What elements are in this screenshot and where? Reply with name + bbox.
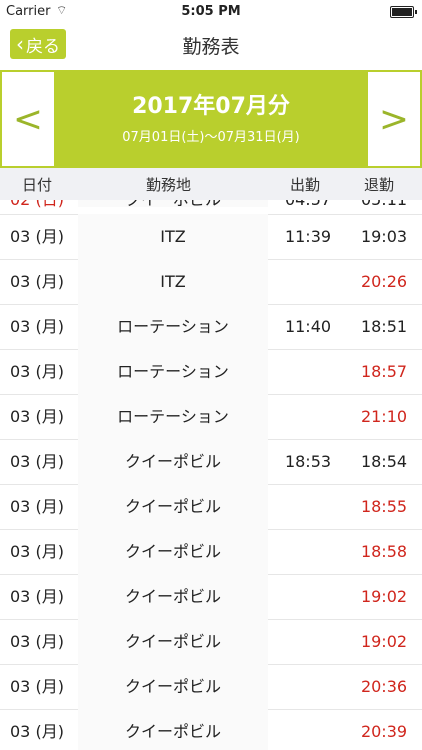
nav-bar: ‹ 戻る 勤務表 — [0, 24, 422, 68]
month-selector: < 2017年07月分 07月01日(土)〜07月31日(月) > — [0, 70, 422, 168]
table-row[interactable]: 03 (月) ITZ 20:26 — [0, 259, 422, 305]
cell-place: ITZ — [78, 214, 268, 259]
cell-place: クイーポビル — [78, 574, 268, 619]
cell-out: 19:02 — [360, 587, 408, 606]
cell-place: クイーポビル — [78, 200, 268, 208]
status-bar: Carrier ⌔ 5:05 PM — [0, 0, 422, 24]
next-month-button[interactable]: > — [368, 72, 420, 166]
column-header-place: 勤務地 — [146, 176, 192, 194]
column-header-date: 日付 — [22, 176, 53, 194]
cell-place: クイーポビル — [78, 709, 268, 750]
cell-in: 18:53 — [284, 452, 332, 471]
prev-month-button[interactable]: < — [2, 72, 54, 166]
cell-out: 18:58 — [360, 542, 408, 561]
cell-date: 03 (月) — [10, 407, 64, 426]
status-time: 5:05 PM — [181, 4, 241, 19]
table-row[interactable]: 03 (月) クイーポビル 19:02 — [0, 574, 422, 620]
cell-out: 18:51 — [360, 317, 408, 336]
table-header: 日付 勤務地 出勤 退勤 — [0, 168, 422, 200]
cell-in: 04:57 — [272, 200, 344, 208]
cell-out: 18:55 — [360, 497, 408, 516]
cell-place: ローテーション — [78, 349, 268, 394]
cell-out: 20:39 — [360, 722, 408, 741]
cell-place: クイーポビル — [78, 664, 268, 709]
month-title: 2017年07月分 — [132, 94, 290, 119]
cell-place: ITZ — [78, 259, 268, 304]
cell-out: 18:54 — [360, 452, 408, 471]
battery-icon — [390, 6, 417, 18]
table-row[interactable]: 03 (月) クイーポビル 20:39 — [0, 709, 422, 750]
cell-place: ローテーション — [78, 394, 268, 439]
cell-date: 03 (月) — [10, 362, 64, 381]
table-row[interactable]: 03 (月) クイーポビル 18:53 18:54 — [0, 439, 422, 485]
cell-date: 03 (月) — [10, 677, 64, 696]
cell-in: 11:40 — [284, 317, 332, 336]
table-row[interactable]: 03 (月) クイーポビル 18:55 — [0, 484, 422, 530]
cell-out: 18:57 — [360, 362, 408, 381]
cell-out: 19:02 — [360, 632, 408, 651]
cell-place: クイーポビル — [78, 529, 268, 574]
cell-place: ローテーション — [78, 304, 268, 349]
cell-date: 03 (月) — [10, 722, 64, 741]
cell-out: 20:36 — [360, 677, 408, 696]
table-row[interactable]: 03 (月) ITZ 11:39 19:03 — [0, 214, 422, 260]
cell-out: 20:26 — [360, 272, 408, 291]
table-row[interactable]: 03 (月) ローテーション 21:10 — [0, 394, 422, 440]
cell-date: 03 (月) — [10, 317, 64, 336]
cell-out: 19:03 — [360, 227, 408, 246]
column-header-out: 退勤 — [364, 176, 395, 194]
cell-out: 05:11 — [346, 200, 422, 208]
cell-date: 03 (月) — [10, 227, 64, 246]
table-row[interactable]: 03 (月) クイーポビル 20:36 — [0, 664, 422, 710]
attendance-list[interactable]: 02 (日) クイーポビル 04:5705:11 03 (月) ITZ 11:39 19:0… — [0, 200, 422, 750]
table-row[interactable]: 03 (月) ローテーション 18:57 — [0, 349, 422, 395]
cell-date: 03 (月) — [10, 272, 64, 291]
cell-date: 03 (月) — [10, 497, 64, 516]
cell-date: 02 (日) — [10, 200, 72, 208]
page-title: 勤務表 — [182, 36, 240, 58]
cell-place: クイーポビル — [78, 484, 268, 529]
table-row[interactable]: 03 (月) クイーポビル 19:02 — [0, 619, 422, 665]
cell-date: 03 (月) — [10, 632, 64, 651]
cell-in: 11:39 — [284, 227, 332, 246]
column-header-in: 出勤 — [290, 176, 321, 194]
cell-place: クイーポビル — [78, 619, 268, 664]
table-row[interactable]: 03 (月) ローテーション 11:40 18:51 — [0, 304, 422, 350]
cell-date: 03 (月) — [10, 587, 64, 606]
table-row[interactable]: 03 (月) クイーポビル 18:58 — [0, 529, 422, 575]
month-range: 07月01日(土)〜07月31日(月) — [122, 130, 300, 145]
cell-place: クイーポビル — [78, 439, 268, 484]
cell-date: 03 (月) — [10, 542, 64, 561]
table-row[interactable]: 02 (日) クイーポビル 04:5705:11 — [0, 200, 422, 215]
cell-out: 21:10 — [360, 407, 408, 426]
cell-date: 03 (月) — [10, 452, 64, 471]
